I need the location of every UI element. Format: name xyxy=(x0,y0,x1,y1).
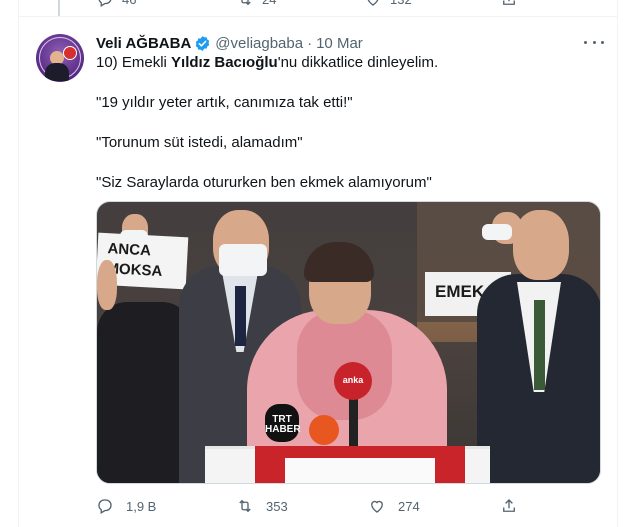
person-left xyxy=(97,302,192,483)
face-mask xyxy=(482,224,512,240)
like-count: 274 xyxy=(398,498,420,514)
thread-connector-line xyxy=(58,0,60,16)
person-dark-head xyxy=(513,210,569,280)
like-button[interactable]: 274 xyxy=(368,497,420,515)
tweet-date[interactable]: 10 Mar xyxy=(316,35,363,52)
previous-retweet-count: 24 xyxy=(262,0,276,7)
avatar-suit xyxy=(45,63,69,81)
party-emblem-icon xyxy=(63,46,77,60)
tweet-quote-2: "Torunum süt istedi, alamadım" xyxy=(96,134,303,151)
retweet-icon xyxy=(241,0,251,6)
microphone-stand xyxy=(349,398,358,446)
previous-reply-button[interactable]: 46 xyxy=(96,0,136,8)
retweet-icon xyxy=(239,499,251,513)
orange-microphone xyxy=(309,415,339,445)
face-mask xyxy=(219,244,267,276)
share-icon xyxy=(503,0,515,5)
reply-icon xyxy=(98,0,112,7)
tweet-video-thumbnail[interactable]: ANCA MOKSA EMEK anka TRT HABER xyxy=(96,201,601,484)
tweet-quote-1: "19 yıldır yeter artık, canımıza tak ett… xyxy=(96,94,353,111)
heart-icon xyxy=(367,0,379,6)
previous-retweet-button[interactable]: 24 xyxy=(236,0,276,8)
reply-button[interactable]: 1,9 B xyxy=(96,497,156,515)
header-separator: · xyxy=(307,35,313,52)
previous-tweet-actions: 46 24 132 xyxy=(96,0,536,10)
tweet-text-line-1: 10) Emekli Yıldız Bacıoğlu'nu dikkatlice… xyxy=(96,53,438,73)
reply-count: 1,9 B xyxy=(126,498,157,514)
tweet-header: Veli AĞBABA @veliagbaba · 10 Mar xyxy=(96,35,363,52)
reply-icon xyxy=(98,499,112,514)
timeline-left-border xyxy=(18,0,19,527)
heart-icon xyxy=(371,500,383,513)
previous-like-count: 132 xyxy=(390,0,412,7)
author-name[interactable]: Veli AĞBABA xyxy=(96,35,191,52)
previous-like-button[interactable]: 132 xyxy=(364,0,412,8)
retweet-count: 353 xyxy=(266,498,288,514)
author-handle[interactable]: @veliagbaba xyxy=(215,35,303,52)
avatar[interactable] xyxy=(36,34,84,82)
timeline-right-border xyxy=(617,0,618,527)
share-button[interactable] xyxy=(500,497,518,515)
tie xyxy=(534,300,545,390)
tweet-text-prefix: 10) Emekli xyxy=(96,54,172,71)
person-left-head xyxy=(97,260,117,310)
tweet-text-bold-name: Yıldız Bacıoğlu xyxy=(171,54,278,71)
tweet-actions: 1,9 B 353 274 xyxy=(96,497,526,517)
share-icon xyxy=(503,499,515,512)
anka-microphone: anka xyxy=(334,362,372,400)
verified-badge-icon xyxy=(196,36,210,51)
retweet-button[interactable]: 353 xyxy=(236,497,288,515)
previous-reply-count: 46 xyxy=(122,0,136,7)
tweet-quote-3: "Siz Saraylarda otururken ben ekmek alam… xyxy=(96,174,432,191)
trt-microphone: TRT HABER xyxy=(265,404,301,442)
tweet-text-suffix: 'nu dikkatlice dinleyelim. xyxy=(277,54,439,71)
podium-white-panel xyxy=(285,458,435,483)
face-mask xyxy=(120,230,148,244)
previous-share-button[interactable] xyxy=(500,0,518,8)
tie xyxy=(235,286,246,346)
more-options-icon[interactable] xyxy=(584,34,604,50)
tweet-divider xyxy=(18,16,617,17)
